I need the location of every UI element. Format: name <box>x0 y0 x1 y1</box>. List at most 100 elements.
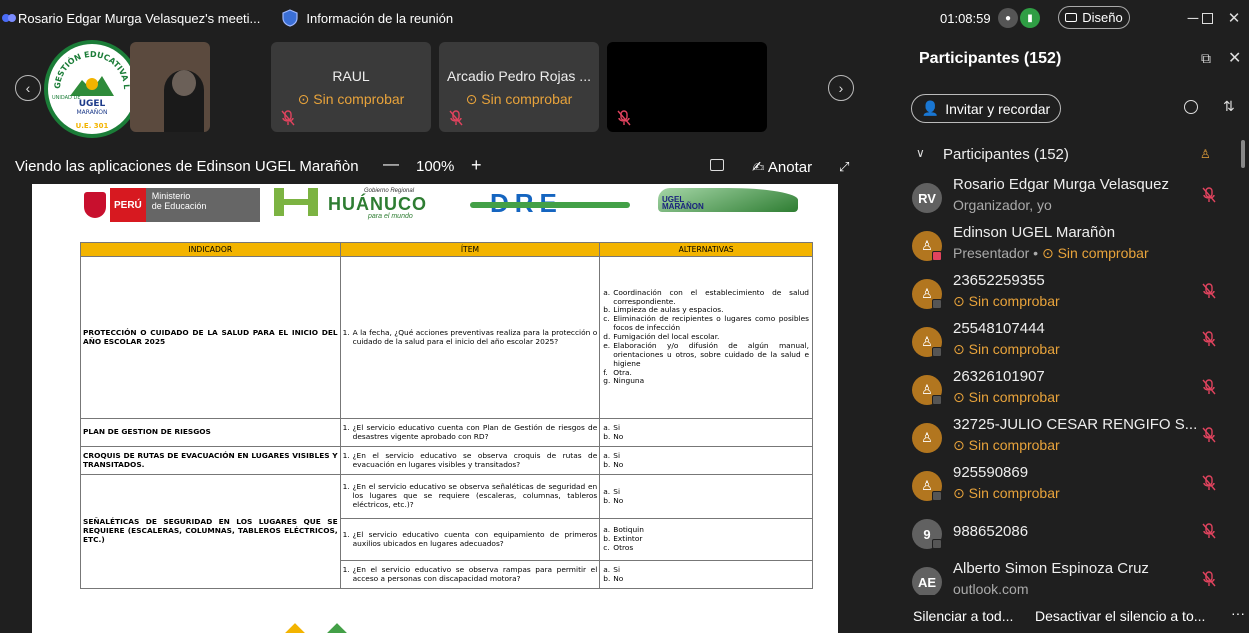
bottom-logo-fragment <box>327 623 347 633</box>
evaluation-table: INDICADOR ÍTEM ALTERNATIVAS PROTECCIÓN O C… <box>80 242 813 589</box>
screen-share-bar: Viendo las aplicaciones de Edinson UGEL … <box>0 154 898 182</box>
table-row: SEÑALÉTICAS DE SEGURIDAD EN LOS LUGARES … <box>80 474 813 589</box>
close-icon[interactable]: ✕ <box>1222 6 1246 30</box>
participant-status: ⊙ Sin comprobar <box>1041 245 1149 261</box>
pen-icon: ✍ <box>752 159 768 176</box>
item-text: A la fecha, ¿Qué acciones preventivas re… <box>352 327 598 346</box>
video-tile-arcadio[interactable]: Arcadio Pedro Rojas ... ⊙ Sin comprobar <box>439 42 599 132</box>
teams-logo-icon <box>2 14 16 22</box>
zoom-out-button[interactable]: — <box>383 156 399 174</box>
signal-icon[interactable]: ▮ <box>1020 8 1040 28</box>
participant-name: Alberto Simon Espinoza Cruz <box>953 560 1149 577</box>
display-icon <box>1065 13 1078 22</box>
indicator-cell: PROTECCIÓN O CUIDADO DE LA SALUD PARA EL… <box>80 256 341 419</box>
table-row: PROTECCIÓN O CUIDADO DE LA SALUD PARA EL… <box>80 256 813 419</box>
pop-out-icon[interactable]: ⧉ <box>1201 50 1211 67</box>
table-row: CROQUIS DE RUTAS DE EVACUACIÓN EN LUGARE… <box>80 446 813 475</box>
mic-off-icon[interactable] <box>1201 571 1217 587</box>
participant-item[interactable]: ♙ 25548107444 ⊙ Sin comprobar <box>898 320 1238 368</box>
participant-item[interactable]: ♙ 26326101907 ⊙ Sin comprobar <box>898 368 1238 416</box>
strip-prev-button[interactable]: ‹ <box>15 75 41 101</box>
share-label: Viendo las aplicaciones de Edinson UGEL … <box>15 158 359 175</box>
participants-section[interactable]: Participantes (152) <box>943 146 1069 163</box>
mic-off-icon[interactable] <box>1201 187 1217 203</box>
dre-logo: DRE <box>470 186 630 220</box>
phone-badge-icon <box>932 491 942 501</box>
mic-off-icon <box>449 110 463 126</box>
avatar: RV <box>912 183 942 213</box>
participant-item[interactable]: ♙ 925590869 ⊙ Sin comprobar <box>898 464 1238 512</box>
participant-item[interactable]: RV Rosario Edgar Murga Velasquez Organiz… <box>898 176 1238 224</box>
record-icon[interactable]: ● <box>998 8 1018 28</box>
title-bar: Rosario Edgar Murga Velasquez's meeti...… <box>0 0 1249 36</box>
search-icon[interactable] <box>1184 100 1198 114</box>
bottom-logo-fragment <box>285 623 305 633</box>
avatar: AE <box>912 567 942 595</box>
huanuco-logo: Gobierno Regional HUÁNUCO para el mundo <box>272 186 452 220</box>
mic-off-icon[interactable] <box>1201 379 1217 395</box>
tile-status: ⊙ Sin comprobar <box>297 91 405 107</box>
zoom-in-button[interactable]: + <box>471 155 482 176</box>
meeting-title: Rosario Edgar Murga Velasquez's meeti... <box>18 10 261 26</box>
scrollbar[interactable] <box>1241 140 1245 168</box>
video-tile-camera[interactable] <box>130 42 210 132</box>
participant-status: ⊙ Sin comprobar <box>953 437 1060 453</box>
participant-item[interactable]: 9 988652086 <box>898 512 1238 560</box>
invite-button[interactable]: 👤 Invitar y recordar <box>911 94 1061 123</box>
presenter-badge-icon <box>932 251 942 261</box>
design-button[interactable]: Diseño <box>1058 6 1130 29</box>
phone-badge-icon <box>932 395 942 405</box>
chevron-down-icon[interactable]: ∨ <box>916 146 925 160</box>
participant-name: 925590869 <box>953 464 1029 481</box>
maximize-icon[interactable] <box>1195 6 1219 30</box>
video-tile-dark[interactable] <box>607 42 767 132</box>
participant-name: 23652259355 <box>953 272 1045 289</box>
fullscreen-icon[interactable]: ⤢ <box>839 159 849 175</box>
panel-footer: Silenciar a tod... Desactivar el silenci… <box>898 595 1249 633</box>
participant-status: ⊙ Sin comprobar <box>953 389 1060 405</box>
participant-item[interactable]: AE Alberto Simon Espinoza Cruz outlook.c… <box>898 560 1238 595</box>
chevron-left-icon: ‹ <box>25 80 31 96</box>
mic-off-icon[interactable] <box>1201 475 1217 491</box>
shield-icon[interactable] <box>282 9 298 27</box>
participant-role: outlook.com <box>953 581 1029 595</box>
more-options-icon[interactable]: ··· <box>1231 605 1245 621</box>
person-icon: ♙ <box>1200 147 1211 161</box>
strip-next-button[interactable]: › <box>828 75 854 101</box>
header-indicador: INDICADOR <box>80 242 341 257</box>
video-tile-raul[interactable]: RAUL ⊙ Sin comprobar <box>271 42 431 132</box>
pop-out-icon[interactable] <box>710 159 724 171</box>
sort-icon[interactable]: ⇅ <box>1223 98 1235 115</box>
participant-item[interactable]: ♙ Edinson UGEL Marañòn Presentador • ⊙ S… <box>898 224 1238 272</box>
dre-wave <box>470 202 630 208</box>
participant-status: ⊙ Sin comprobar <box>953 341 1060 357</box>
close-icon[interactable]: ✕ <box>1228 48 1241 68</box>
mic-off-icon[interactable] <box>1201 331 1217 347</box>
mute-all-button[interactable]: Silenciar a tod... <box>913 608 1013 624</box>
shared-document: PERÚ Ministerio de Educación Gobierno Reg… <box>32 184 838 633</box>
ugel-logo: GESTIÓN EDUCATIVA LOCAL UGEL MARAÑON U.E… <box>44 40 140 138</box>
mic-off-icon[interactable] <box>1201 283 1217 299</box>
participant-name: 988652086 <box>953 523 1029 540</box>
mic-off-icon[interactable] <box>1201 427 1217 443</box>
unmute-all-button[interactable]: Desactivar el silencio a to... <box>1035 608 1205 624</box>
participant-name: 32725-JULIO CESAR RENGIFO S... <box>953 416 1198 433</box>
mic-off-icon <box>617 110 631 126</box>
annotate-button[interactable]: ✍ Anotar <box>752 158 812 176</box>
participant-item[interactable]: ♙ 32725-JULIO CESAR RENGIFO S... ⊙ Sin c… <box>898 416 1238 464</box>
participant-role: Presentador • <box>953 245 1042 261</box>
mic-off-icon[interactable] <box>1201 523 1217 539</box>
panel-title: Participantes (152) <box>919 50 1062 67</box>
meeting-timer: 01:08:59 <box>940 11 991 26</box>
alternatives-cell: a. Coordinación con el establecimiento de… <box>599 256 813 419</box>
person-head <box>172 70 196 96</box>
participant-item[interactable]: ♙ 23652259355 ⊙ Sin comprobar <box>898 272 1238 320</box>
participant-name: 25548107444 <box>953 320 1045 337</box>
header-alternativas: ALTERNATIVAS <box>599 242 813 257</box>
header-item: ÍTEM <box>339 242 601 257</box>
meeting-info-link[interactable]: Información de la reunión <box>306 11 453 26</box>
participant-name: 26326101907 <box>953 368 1045 385</box>
phone-badge-icon <box>932 299 942 309</box>
phone-badge-icon <box>932 539 942 549</box>
participants-panel: Participantes (152) ⧉ ✕ 👤 Invitar y recor… <box>898 36 1249 633</box>
